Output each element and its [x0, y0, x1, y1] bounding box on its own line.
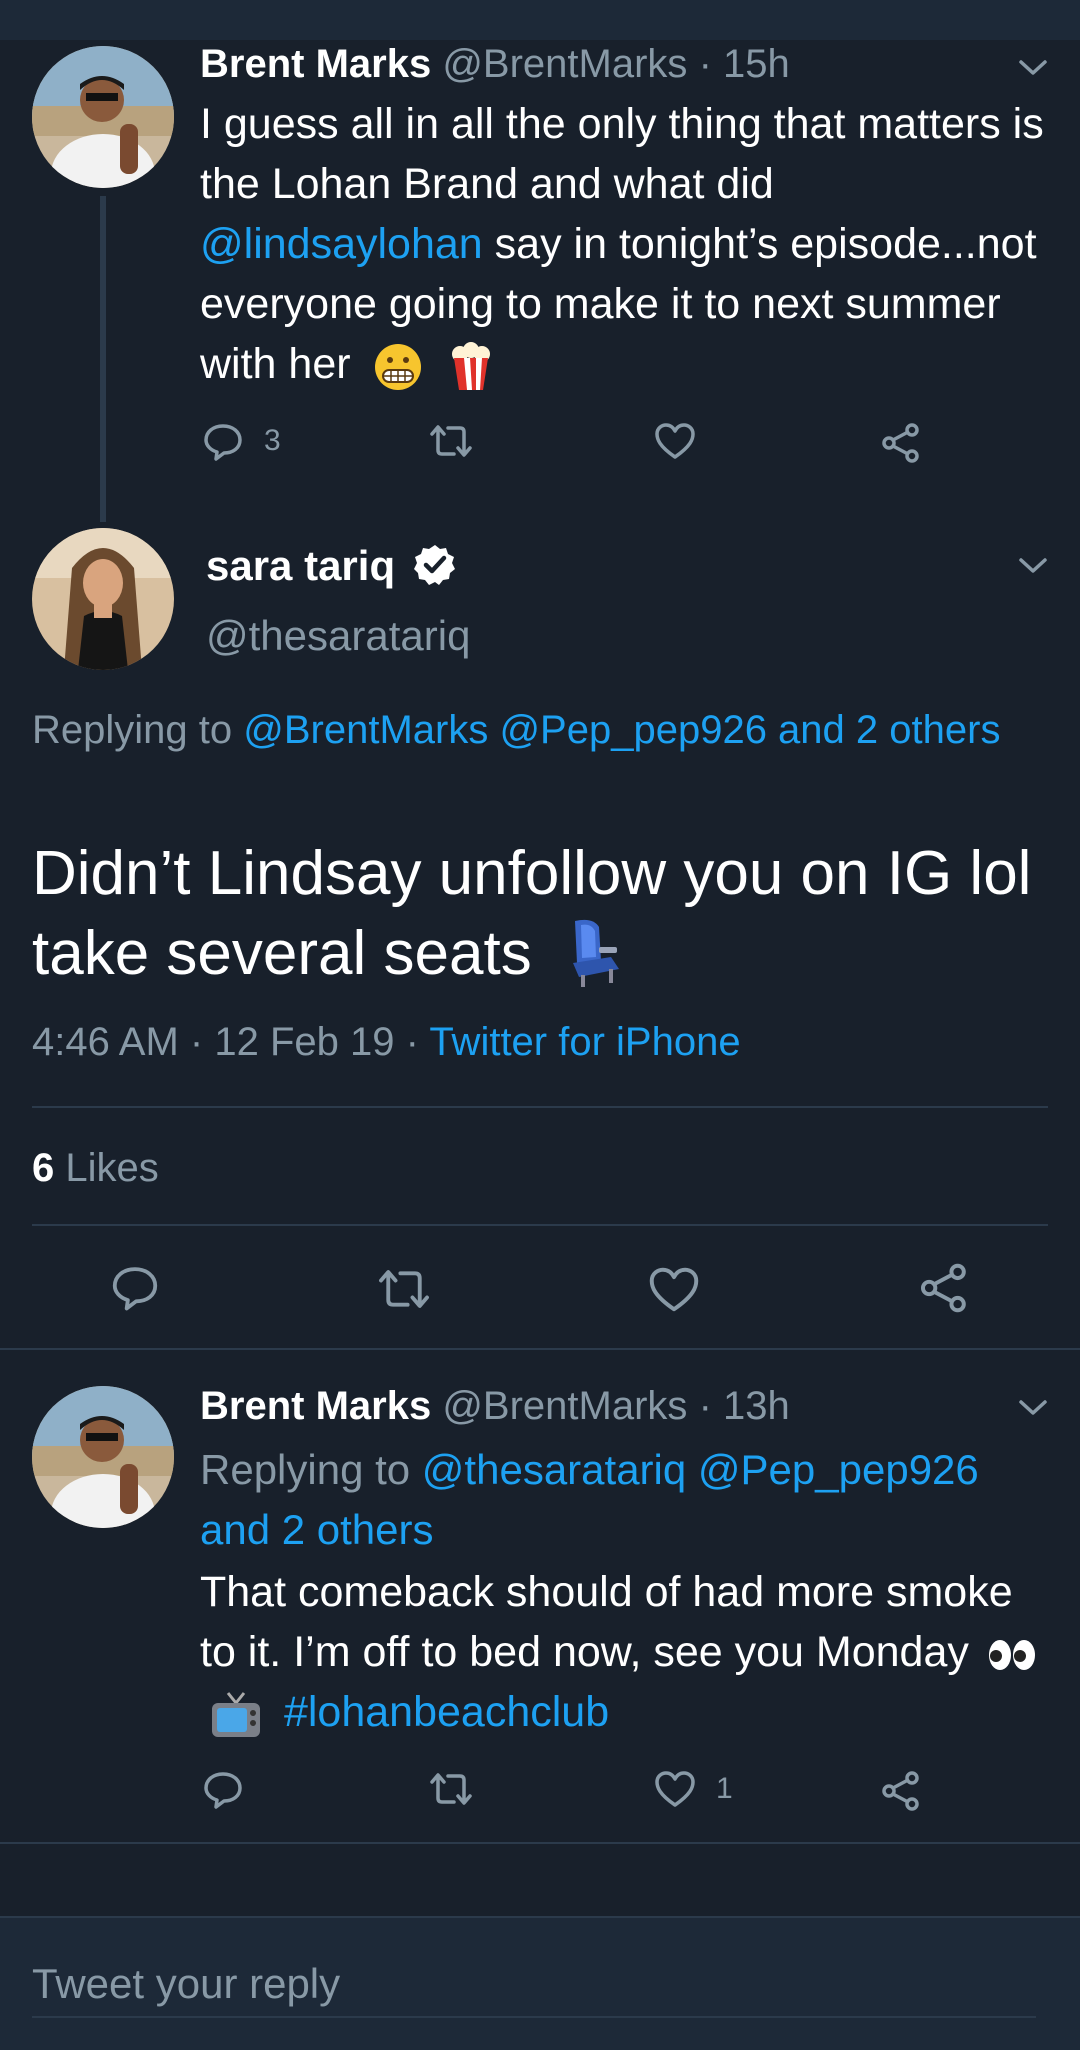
top-bar: [0, 0, 1080, 40]
like-count: 1: [716, 1772, 733, 1805]
share-icon: [882, 423, 919, 463]
share-button[interactable]: [880, 422, 922, 464]
replying-to: Replying to @thesaratariq @Pep_pep926 an…: [200, 1440, 1060, 1560]
divider: [32, 1224, 1048, 1226]
share-icon: [882, 1771, 919, 1811]
divider: [32, 1106, 1048, 1108]
tweet-meta: 4:46 AM · 12 Feb 19 · Twitter for iPhone: [32, 1014, 741, 1070]
reply-icon: [204, 424, 242, 461]
author-handle[interactable]: @thesaratariq: [206, 608, 470, 664]
tweet-date: 12 Feb 19: [214, 1020, 395, 1064]
like-button[interactable]: [648, 1266, 700, 1313]
retweet-icon: [430, 425, 472, 457]
separator: ·: [698, 42, 712, 86]
reply-button[interactable]: [202, 1768, 244, 1810]
avatar[interactable]: [32, 1386, 174, 1528]
timestamp[interactable]: 13h: [723, 1384, 790, 1428]
avatar[interactable]: [32, 46, 174, 188]
grimacing-face-icon: [374, 343, 421, 390]
retweet-button[interactable]: [376, 1266, 432, 1312]
tweet-time: 4:46 AM: [32, 1020, 179, 1064]
verified-badge-icon: [413, 544, 455, 585]
chevron-down-icon[interactable]: [1018, 556, 1048, 576]
hashtag-link[interactable]: #lohanbeachclub: [284, 1688, 609, 1736]
reply-icon: [112, 1267, 158, 1311]
author-name[interactable]: Brent Marks: [200, 42, 431, 86]
reply-button[interactable]: [110, 1262, 160, 1312]
likes-summary[interactable]: 6 Likes: [32, 1140, 159, 1196]
likes-label: Likes: [65, 1146, 159, 1190]
separator: ·: [698, 1384, 712, 1428]
share-button[interactable]: [918, 1262, 970, 1314]
chevron-down-icon[interactable]: [1018, 1398, 1048, 1418]
tweet-text-body: Didn’t Lindsay unfollow you on IG lol ta…: [32, 839, 1032, 988]
tweet-text: That comeback should of had more smoke t…: [200, 1562, 1060, 1742]
reply-button[interactable]: 3: [202, 420, 281, 462]
like-icon: [649, 1267, 699, 1312]
likes-count: 6: [32, 1146, 55, 1190]
tweet-text: I guess all in all the only thing that m…: [200, 94, 1060, 394]
avatar[interactable]: [32, 528, 174, 670]
reply-input[interactable]: [32, 1944, 1036, 2018]
like-button[interactable]: [654, 422, 696, 460]
reply-composer: [0, 1916, 1080, 2050]
share-button[interactable]: [880, 1770, 922, 1812]
tweet-text-body: That comeback should of had more smoke t…: [200, 1568, 1013, 1676]
eyes-icon: [988, 1639, 1035, 1670]
author-name[interactable]: Brent Marks: [200, 1384, 431, 1428]
author-handle[interactable]: @BrentMarks: [442, 42, 687, 86]
separator: ·: [189, 1020, 204, 1064]
like-icon: [655, 1771, 695, 1807]
replying-prefix: Replying to: [200, 1446, 422, 1493]
tweet-text-part: I guess all in all the only thing that m…: [200, 100, 1044, 208]
retweet-icon: [430, 1773, 472, 1805]
seat-icon: [572, 919, 619, 987]
separator: ·: [405, 1020, 419, 1064]
thread-line: [100, 196, 106, 522]
retweet-icon: [379, 1270, 429, 1308]
replying-links[interactable]: @BrentMarks @Pep_pep926 and 2 others: [243, 708, 1000, 752]
like-icon: [655, 423, 695, 459]
section-divider: [0, 1842, 1080, 1844]
retweet-button[interactable]: [428, 1770, 474, 1808]
chevron-down-icon[interactable]: [1018, 58, 1048, 78]
mention-link[interactable]: @lindsaylohan: [200, 220, 483, 268]
share-icon: [920, 1263, 966, 1313]
like-button[interactable]: 1: [654, 1770, 733, 1808]
popcorn-icon: [452, 341, 491, 390]
tweet-text: Didn’t Lindsay unfollow you on IG lol ta…: [32, 834, 1052, 995]
author-name[interactable]: sara tariq: [206, 542, 395, 589]
reply-count: 3: [264, 424, 281, 457]
reply-icon: [204, 1772, 242, 1809]
replying-prefix: Replying to: [32, 708, 244, 752]
timestamp[interactable]: 15h: [723, 42, 790, 86]
tweet-source-link[interactable]: Twitter for iPhone: [429, 1020, 740, 1064]
section-divider: [0, 1348, 1080, 1350]
television-icon: [212, 1691, 260, 1737]
replying-to: Replying to @BrentMarks @Pep_pep926 and …: [32, 700, 1042, 760]
author-handle[interactable]: @BrentMarks: [442, 1384, 687, 1428]
retweet-button[interactable]: [428, 422, 474, 460]
